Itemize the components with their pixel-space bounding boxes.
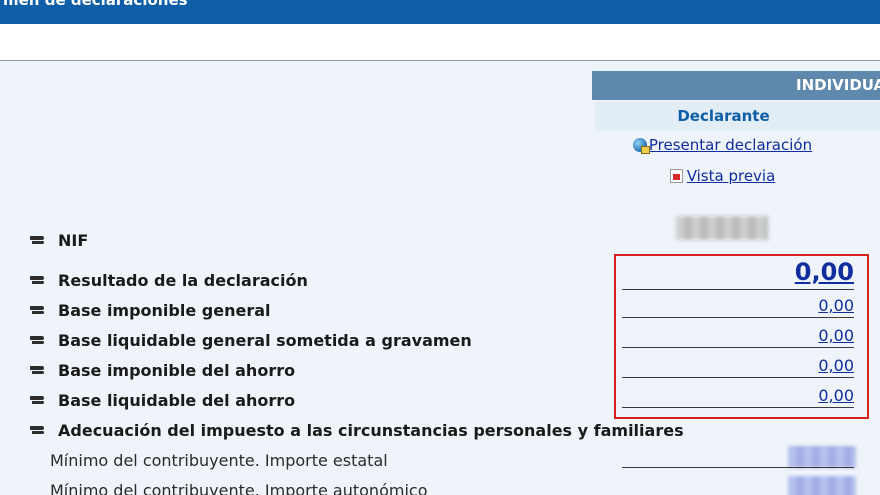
row-base-imponible-ahorro-label: Base imponible del ahorro [58, 361, 296, 380]
minimo-autonomico-label: Mínimo del contribuyente. Importe autonó… [50, 481, 428, 495]
present-declaration-row: Presentar declaración [595, 136, 850, 154]
row-bullet-icon [30, 426, 46, 435]
row-nif: NIF [30, 231, 88, 250]
row-bullet-icon [30, 396, 46, 405]
column-header-declarante: Declarante [595, 102, 880, 131]
nif-value-redacted [676, 216, 768, 240]
row-base-imponible-ahorro: Base imponible del ahorro [30, 361, 295, 380]
row-adecuacion: Adecuación del impuesto a las circunstan… [30, 421, 684, 440]
row-adecuacion-label: Adecuación del impuesto a las circunstan… [58, 421, 684, 440]
row-bullet-icon [30, 276, 46, 285]
page-title: men de declaraciones [3, 0, 188, 9]
pdf-icon[interactable] [669, 169, 683, 183]
top-header-bar: men de declaraciones [0, 0, 880, 24]
minimo-estatal-underline [622, 446, 854, 468]
row-base-imponible-general-label: Base imponible general [58, 301, 271, 320]
row-resultado: Resultado de la declaración [30, 271, 308, 290]
present-declaration-link[interactable]: Presentar declaración [649, 136, 812, 154]
row-bullet-icon [30, 306, 46, 315]
row-base-liquidable-general-label: Base liquidable general sometida a grava… [58, 331, 472, 350]
preview-row: Vista previa [595, 167, 850, 185]
row-bullet-icon [30, 336, 46, 345]
row-base-liquidable-ahorro: Base liquidable del ahorro [30, 391, 295, 410]
row-nif-label: NIF [58, 231, 89, 250]
row-bullet-icon [30, 236, 46, 245]
row-resultado-label: Resultado de la declaración [58, 271, 308, 290]
minimo-estatal-label: Mínimo del contribuyente. Importe estata… [50, 451, 388, 470]
row-base-liquidable-ahorro-label: Base liquidable del ahorro [58, 391, 296, 410]
minimo-autonomico-value-redacted [788, 476, 856, 495]
row-bullet-icon [30, 366, 46, 375]
row-base-imponible-general: Base imponible general [30, 301, 271, 320]
globe-send-icon[interactable] [632, 138, 650, 154]
row-base-liquidable-general: Base liquidable general sometida a grava… [30, 331, 472, 350]
toolbar-strip [0, 24, 880, 61]
preview-link[interactable]: Vista previa [687, 167, 776, 185]
highlight-box [614, 254, 869, 419]
column-group-header: INDIVIDUAL [592, 71, 880, 100]
